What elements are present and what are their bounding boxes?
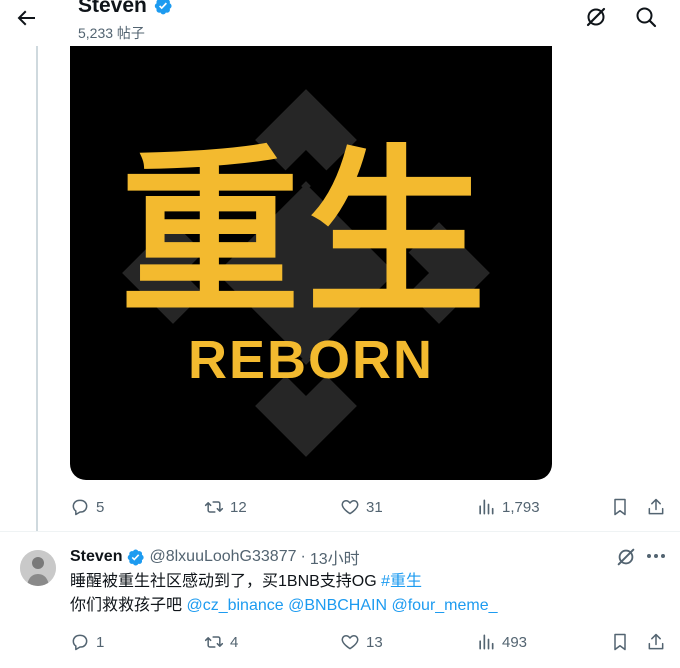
tweet-body-2: 你们救救孩子吧 [70, 597, 187, 614]
tweet-header: Steven @8lxuuLoohG33877 · 13小时 [70, 546, 360, 568]
repost-button[interactable]: 12 [204, 492, 247, 522]
author-name[interactable]: Steven [70, 548, 122, 566]
heart-icon [341, 635, 359, 650]
tweet-text: 睡醒被重生社区感动到了，买1BNB支持OG #重生 你们救救孩子吧 @cz_bi… [70, 570, 498, 618]
verified-badge-icon [154, 0, 172, 15]
bookmark-button[interactable] [610, 492, 630, 522]
share-button[interactable] [646, 627, 666, 657]
mention-link[interactable]: @cz_binance [186, 597, 283, 614]
grok-icon[interactable] [615, 546, 637, 568]
tweet-text-line1: 睡醒被重生社区感动到了，买1BNB支持OG #重生 [70, 570, 498, 594]
share-icon [648, 498, 664, 515]
avatar[interactable] [20, 550, 56, 586]
share-icon [648, 633, 664, 650]
bookmark-button[interactable] [610, 627, 630, 657]
bookmark-icon [614, 498, 626, 516]
media-subtitle-en: REBORN [188, 330, 434, 390]
reply-count: 1 [96, 633, 105, 651]
arrow-left-icon[interactable] [14, 6, 38, 30]
reply-count: 5 [96, 498, 105, 516]
meta-separator: · [300, 548, 306, 565]
repost-icon [204, 636, 224, 648]
more-icon[interactable] [644, 546, 668, 566]
bookmark-icon [614, 633, 626, 651]
post-media-image[interactable]: 重生 REBORN [70, 46, 552, 480]
thread-connector-line [36, 46, 38, 532]
reply-button[interactable]: 1 [70, 627, 104, 657]
like-count: 31 [366, 498, 383, 516]
verified-badge-icon [128, 549, 145, 565]
views-icon [479, 499, 494, 515]
tweet-divider [0, 531, 680, 532]
post-action-bar: 5 12 31 1,793 [70, 492, 670, 522]
heart-icon [341, 500, 359, 515]
tweet-text-line2: 你们救救孩子吧 @cz_binance @BNBCHAIN @four_meme… [70, 594, 498, 618]
tweet-body-1: 睡醒被重生社区感动到了，买1BNB支持OG [70, 573, 382, 590]
grok-icon[interactable] [584, 5, 608, 29]
post-count: 5,233 帖子 [78, 25, 145, 41]
author-handle[interactable]: @8lxuuLoohG33877 [149, 548, 296, 566]
hashtag-link[interactable]: #重生 [381, 573, 422, 590]
profile-name: Steven [78, 0, 147, 17]
repost-count: 4 [230, 633, 239, 651]
view-count: 493 [502, 633, 528, 651]
views-button[interactable]: 1,793 [476, 492, 540, 522]
reply-action-bar: 1 4 13 493 [70, 627, 670, 657]
media-title-cn: 重生 [120, 130, 492, 339]
share-button[interactable] [646, 492, 666, 522]
search-icon[interactable] [634, 5, 658, 29]
top-header: Steven 5,233 帖子 [0, 0, 680, 46]
reply-button[interactable]: 5 [70, 492, 104, 522]
views-icon [479, 634, 494, 650]
views-button[interactable]: 493 [476, 627, 527, 657]
mention-link[interactable]: @BNBCHAIN [288, 597, 387, 614]
like-count: 13 [366, 633, 383, 651]
mention-link[interactable]: @four_meme_ [391, 597, 497, 614]
repost-icon [204, 501, 224, 513]
view-count: 1,793 [502, 498, 540, 516]
like-button[interactable]: 31 [340, 492, 383, 522]
repost-count: 12 [230, 498, 247, 516]
reply-icon [72, 634, 88, 651]
tweet-time[interactable]: 13小时 [310, 545, 360, 569]
like-button[interactable]: 13 [340, 627, 383, 657]
reply-icon [72, 499, 88, 516]
repost-button[interactable]: 4 [204, 627, 238, 657]
profile-title: Steven [78, 0, 173, 18]
